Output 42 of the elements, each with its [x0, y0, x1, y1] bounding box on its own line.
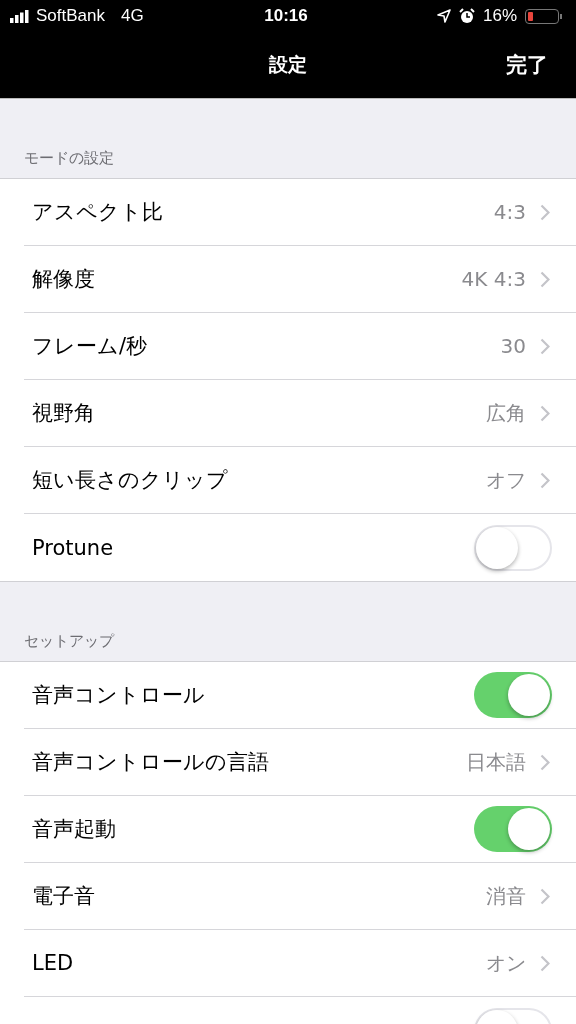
setting-label: 電子音	[31, 883, 96, 910]
setting-value: 30	[500, 334, 526, 358]
alarm-clock-icon	[458, 8, 475, 24]
setting-value: オフ	[486, 466, 526, 494]
toggle-switch[interactable]	[474, 672, 552, 718]
carrier-name: SoftBank	[36, 6, 105, 26]
section-header: セットアップ	[23, 631, 116, 652]
setting-label: アスペクト比	[31, 199, 164, 226]
setting-label: Protune	[31, 535, 115, 560]
setting-value: オン	[486, 949, 526, 977]
chevron-icon	[540, 337, 550, 355]
chevron-icon	[540, 471, 550, 489]
network-type: 4G	[121, 6, 144, 26]
setting-label: 音声コントロールの言語	[31, 749, 270, 776]
chevron-icon	[540, 270, 550, 288]
setting-value: 日本語	[466, 748, 526, 776]
setting-value: 4K 4:3	[461, 267, 526, 291]
toggle-switch[interactable]	[474, 806, 552, 852]
section-header: モードの設定	[23, 148, 115, 169]
chevron-icon	[540, 404, 550, 422]
chevron-icon	[540, 887, 550, 905]
setting-label: LED	[31, 951, 75, 975]
setting-label: 視野角	[31, 400, 96, 427]
signal-icon	[10, 9, 30, 23]
setting-label: フレーム/秒	[31, 333, 149, 360]
setting-label: 音声コントロール	[31, 682, 206, 709]
chevron-icon	[540, 203, 550, 221]
chevron-icon	[540, 954, 550, 972]
setting-value: 消音	[486, 882, 526, 910]
battery-icon	[525, 8, 559, 24]
setting-label: 音声起動	[31, 816, 117, 843]
setting-label: 短い長さのクリップ	[31, 467, 229, 494]
chevron-icon	[540, 753, 550, 771]
clock-time: 10:16	[264, 6, 308, 25]
setting-value: 広角	[486, 399, 526, 427]
toggle-switch[interactable]	[474, 524, 552, 571]
setting-label: 解像度	[31, 266, 96, 293]
setting-value: 4:3	[493, 200, 526, 224]
screen-title: 設定	[269, 52, 307, 77]
location-arrow-icon	[436, 9, 451, 23]
done-button[interactable]: 完了	[504, 49, 550, 81]
battery-percent: 16%	[482, 6, 517, 26]
